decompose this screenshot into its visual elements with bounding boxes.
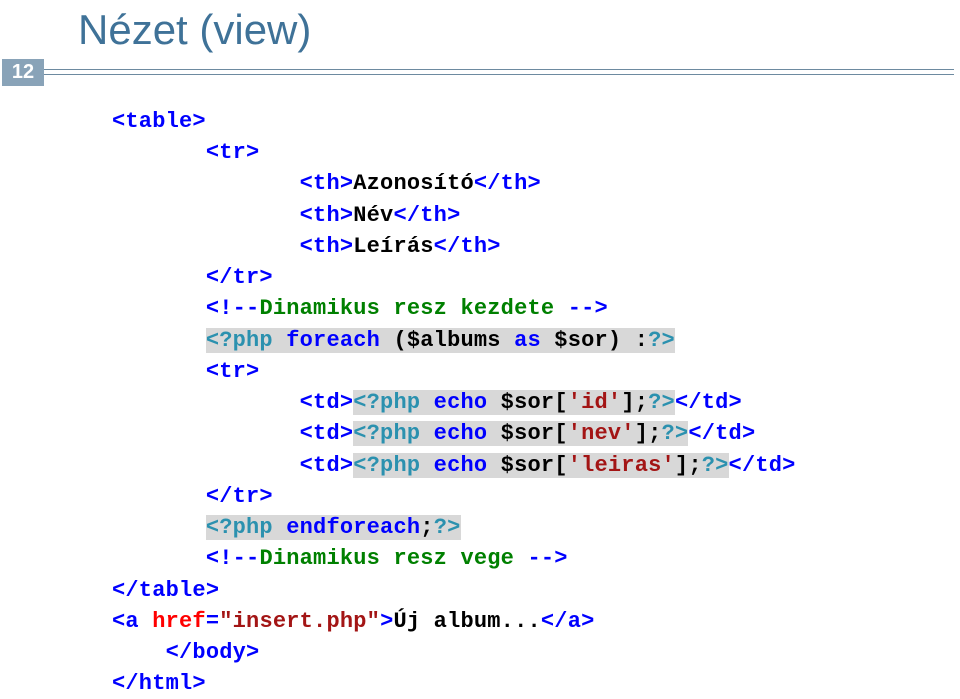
code-l17f: Új album... xyxy=(393,609,540,634)
code-l9a: <tr> xyxy=(206,359,260,384)
code-l11d: $sor[ xyxy=(487,421,567,446)
code-l5a: <th> xyxy=(300,234,354,259)
code-l10h: </td> xyxy=(675,390,742,415)
code-l7a: <!-- xyxy=(206,296,260,321)
code-l18a: </body> xyxy=(166,640,260,665)
code-l5c: </th> xyxy=(434,234,501,259)
code-l12d: $sor[ xyxy=(487,453,567,478)
code-l12b: <?php xyxy=(353,453,420,478)
code-l8b: foreach xyxy=(273,328,380,353)
code-l17b: href xyxy=(152,609,206,634)
code-l15a: <!-- xyxy=(206,546,260,571)
code-l12a: <td> xyxy=(300,453,354,478)
code-l10f: ]; xyxy=(621,390,648,415)
code-l10c: echo xyxy=(420,390,487,415)
code-l14d: ?> xyxy=(434,515,461,540)
code-l8c: ($albums xyxy=(380,328,514,353)
code-l4b: Név xyxy=(353,203,393,228)
code-l10b: <?php xyxy=(353,390,420,415)
code-l12c: echo xyxy=(420,453,487,478)
slide-rule-line xyxy=(44,69,954,75)
code-l11g: ?> xyxy=(662,421,689,446)
code-l14b: endforeach xyxy=(273,515,420,540)
code-l10g: ?> xyxy=(648,390,675,415)
code-line-2: <tr> xyxy=(206,140,260,165)
code-l3c: </th> xyxy=(474,171,541,196)
code-block: <table> <tr> <th>Azonosító</th> <th>Név<… xyxy=(0,88,960,699)
code-l17d: "insert.php" xyxy=(219,609,380,634)
code-l10e: 'id' xyxy=(568,390,622,415)
code-l7c: --> xyxy=(568,296,608,321)
code-l8a: <?php xyxy=(206,328,273,353)
code-l14c: ; xyxy=(420,515,433,540)
code-l7b: Dinamikus resz kezdete xyxy=(259,296,567,321)
code-l11f: ]; xyxy=(635,421,662,446)
code-l3a: <th> xyxy=(300,171,354,196)
code-l8e: $sor) : xyxy=(541,328,648,353)
slide-rule: 12 xyxy=(0,56,960,88)
code-l12f: ]; xyxy=(675,453,702,478)
code-line-1: <table> xyxy=(112,109,206,134)
code-l11e: 'nev' xyxy=(568,421,635,446)
code-l8f: ?> xyxy=(648,328,675,353)
code-l19a: </html> xyxy=(112,671,206,696)
code-l8d: as xyxy=(514,328,541,353)
code-l14a: <?php xyxy=(206,515,273,540)
code-l4c: </th> xyxy=(393,203,460,228)
code-l4a: <th> xyxy=(300,203,354,228)
code-l12g: ?> xyxy=(702,453,729,478)
code-l12h: </td> xyxy=(729,453,796,478)
code-l12e: 'leiras' xyxy=(568,453,675,478)
code-l10d: $sor[ xyxy=(487,390,567,415)
code-l17e: > xyxy=(380,609,393,634)
code-l11a: <td> xyxy=(300,421,354,446)
code-l6a: </tr> xyxy=(206,265,273,290)
code-l17a: <a xyxy=(112,609,152,634)
code-l11b: <?php xyxy=(353,421,420,446)
code-l15b: Dinamikus resz vege xyxy=(259,546,527,571)
code-l17g: </a> xyxy=(541,609,595,634)
code-l11c: echo xyxy=(420,421,487,446)
code-l15c: --> xyxy=(527,546,567,571)
code-l10a: <td> xyxy=(300,390,354,415)
code-l5b: Leírás xyxy=(353,234,433,259)
slide-title: Nézet (view) xyxy=(78,6,960,54)
slide-number: 12 xyxy=(2,59,44,86)
code-l13a: </tr> xyxy=(206,484,273,509)
code-l16a: </table> xyxy=(112,578,219,603)
code-l3b: Azonosító xyxy=(353,171,474,196)
code-l17c: = xyxy=(206,609,219,634)
code-l11h: </td> xyxy=(688,421,755,446)
slide-title-wrap: Nézet (view) xyxy=(0,0,960,58)
